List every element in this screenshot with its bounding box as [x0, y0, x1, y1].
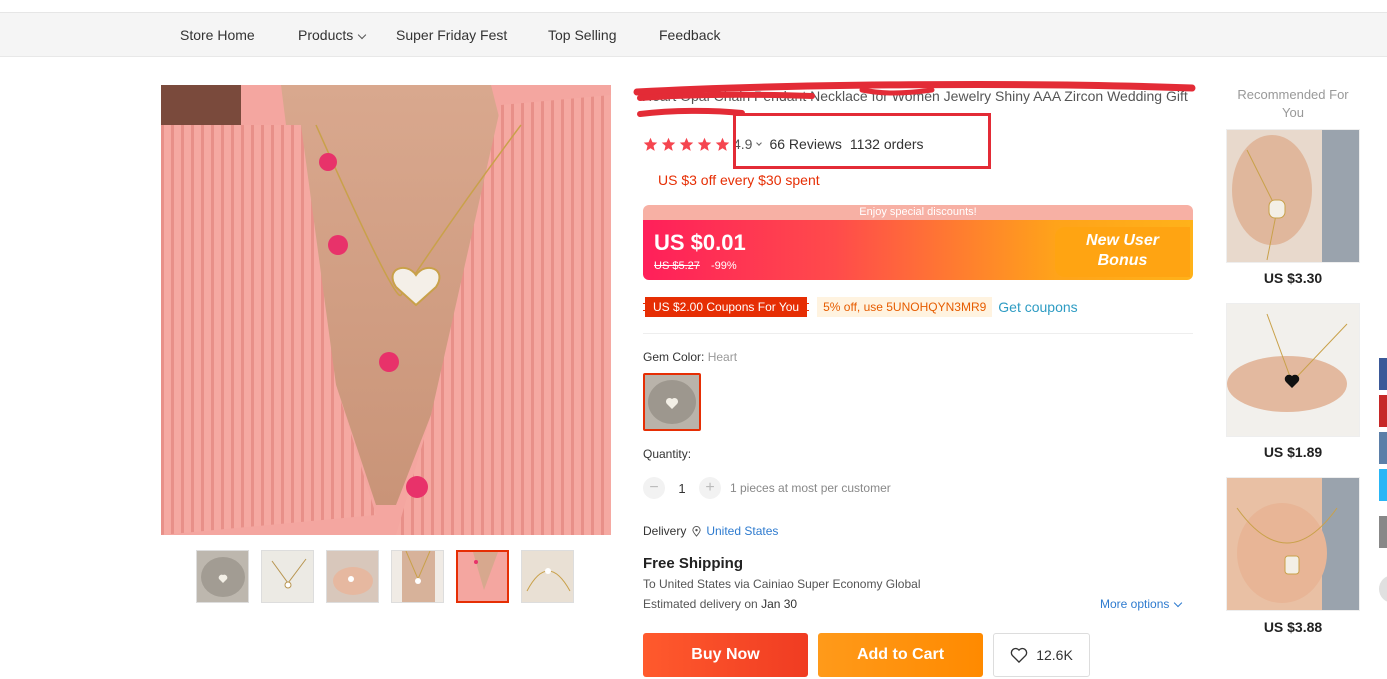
- quantity-note: 1 pieces at most per customer: [730, 481, 891, 495]
- product-title: Heart Opal Chain Pendant Necklace for Wo…: [642, 88, 1188, 104]
- price-banner: Enjoy special discounts! US $0.01 US $5.…: [643, 205, 1193, 280]
- delivery-location-link[interactable]: United States: [706, 524, 778, 538]
- delivery-label: Delivery: [643, 524, 687, 538]
- share-twitter-button[interactable]: [1379, 469, 1387, 501]
- nav-feedback[interactable]: Feedback: [659, 13, 720, 57]
- bonus-line-2: Bonus: [1097, 252, 1148, 269]
- recommended-item-1-image[interactable]: [1226, 129, 1360, 263]
- share-pinterest-button[interactable]: [1379, 395, 1387, 427]
- recommended-item-2-price: US $1.89: [1263, 444, 1323, 460]
- star-icon: [697, 137, 712, 151]
- gem-color-swatch-heart[interactable]: [643, 373, 701, 431]
- location-pin-icon: [692, 525, 701, 537]
- star-icon: [661, 137, 676, 151]
- thumbnail-3[interactable]: [326, 550, 379, 603]
- orders-count: 1132 orders: [849, 136, 924, 152]
- new-user-bonus-badge: New User Bonus: [1055, 227, 1190, 277]
- store-nav: Store Home Products Super Friday Fest To…: [0, 13, 1387, 57]
- nav-store-home[interactable]: Store Home: [180, 13, 255, 57]
- chevron-down-icon: [756, 139, 763, 146]
- quantity-label: Quantity:: [643, 447, 692, 461]
- quantity-stepper: − 1 + 1 pieces at most per customer: [643, 477, 891, 499]
- estimated-delivery: Estimated delivery on Jan 30: [643, 597, 797, 611]
- coupon-badge[interactable]: US $2.00 Coupons For You: [643, 297, 810, 317]
- nav-top-selling[interactable]: Top Selling: [548, 13, 617, 57]
- top-strip: [0, 0, 1387, 13]
- delivery-row: Delivery United States: [643, 524, 778, 538]
- recommended-item-2-image[interactable]: [1226, 303, 1360, 437]
- promo-code-badge[interactable]: 5% off, use 5UNOHQYN3MR9: [817, 297, 993, 317]
- quantity-decrease-button[interactable]: −: [643, 477, 665, 499]
- wishlist-count: 12.6K: [1036, 647, 1073, 663]
- coupons-row: US $2.00 Coupons For You 5% off, use 5UN…: [643, 297, 1078, 317]
- main-product-image[interactable]: [161, 85, 611, 535]
- gem-color-value: Heart: [707, 350, 738, 364]
- estimated-delivery-date: Jan 30: [761, 597, 798, 611]
- chevron-down-icon: [1174, 598, 1183, 608]
- thumbnail-1[interactable]: [196, 550, 249, 603]
- divider: [643, 333, 1193, 334]
- more-options-link[interactable]: More options: [1100, 597, 1183, 611]
- nav-products[interactable]: Products: [298, 13, 367, 57]
- bonus-line-1: New User: [1086, 232, 1159, 249]
- nav-super-friday-fest[interactable]: Super Friday Fest: [396, 13, 507, 57]
- scroll-top-button[interactable]: [1379, 575, 1387, 603]
- thumbnail-6[interactable]: [521, 550, 574, 603]
- star-icon: [715, 137, 730, 151]
- chevron-down-icon: [358, 30, 367, 40]
- price-body: US $0.01 US $5.27 -99% New User Bonus: [643, 220, 1193, 280]
- discount-percent: -99%: [711, 260, 737, 272]
- nav-products-label: Products: [298, 27, 354, 43]
- add-to-cart-button[interactable]: Add to Cart: [818, 633, 983, 677]
- get-coupons-link[interactable]: Get coupons: [998, 299, 1077, 315]
- thumbnail-5[interactable]: [456, 550, 509, 603]
- banner-note: Enjoy special discounts!: [643, 205, 1193, 220]
- original-price: US $5.27: [654, 260, 700, 272]
- rating-row: 4.9 66 Reviews 1132 orders: [643, 134, 924, 154]
- recommended-title: Recommended For You: [1237, 87, 1349, 120]
- gem-color-label: Gem Color: Heart: [643, 350, 737, 364]
- share-facebook-button[interactable]: [1379, 358, 1387, 390]
- rating-score[interactable]: 4.9: [733, 136, 752, 152]
- buy-now-button[interactable]: Buy Now: [643, 633, 808, 677]
- gem-color-title: Gem Color:: [643, 350, 705, 364]
- recommended-item-3-price: US $3.88: [1263, 619, 1323, 635]
- recommended-item-1-price: US $3.30: [1263, 270, 1323, 286]
- reviews-count[interactable]: 66 Reviews: [769, 136, 841, 152]
- recommended-item-3-image[interactable]: [1226, 477, 1360, 611]
- current-price: US $0.01: [654, 230, 746, 255]
- estimated-delivery-prefix: Estimated delivery on: [643, 597, 758, 611]
- shipping-method: To United States via Cainiao Super Econo…: [643, 577, 921, 591]
- star-icon: [643, 137, 658, 151]
- more-options-label: More options: [1100, 597, 1170, 611]
- heart-icon: [1010, 647, 1028, 663]
- wishlist-button[interactable]: 12.6K: [993, 633, 1090, 677]
- free-shipping-title: Free Shipping: [643, 555, 744, 572]
- quantity-increase-button[interactable]: +: [699, 477, 721, 499]
- thumbnail-2[interactable]: [261, 550, 314, 603]
- store-discount: US $3 off every $30 spent: [658, 172, 820, 188]
- share-more-button[interactable]: [1379, 516, 1387, 548]
- quantity-value[interactable]: 1: [665, 481, 699, 496]
- share-vk-button[interactable]: [1379, 432, 1387, 464]
- star-icon: [679, 137, 694, 151]
- thumbnail-4[interactable]: [391, 550, 444, 603]
- product-photo-illustration: [161, 85, 611, 535]
